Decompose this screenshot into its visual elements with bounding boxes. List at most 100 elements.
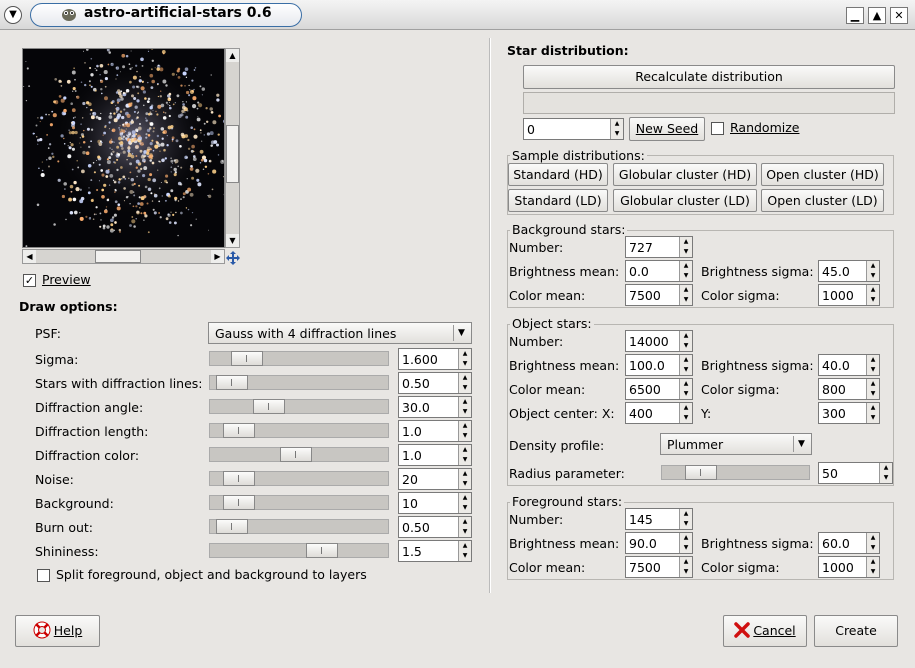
- object-center-x-spinbox[interactable]: 400 ▲ ▼: [625, 402, 693, 424]
- draw-option-spinbox[interactable]: 1.5 ▲ ▼: [398, 540, 472, 562]
- draw-option-slider[interactable]: [209, 543, 389, 558]
- radius-spinbox[interactable]: 50 ▲ ▼: [818, 462, 893, 484]
- draw-option-spinbox[interactable]: 0.50 ▲ ▼: [398, 516, 472, 538]
- draw-option-slider[interactable]: [209, 399, 389, 414]
- radius-slider-thumb[interactable]: [685, 465, 717, 480]
- draw-option-spinbox-buttons[interactable]: ▲ ▼: [458, 421, 471, 441]
- object-center-x-spinbox-buttons[interactable]: ▲ ▼: [679, 403, 692, 423]
- number-spinbox-buttons[interactable]: ▲ ▼: [679, 331, 692, 351]
- draw-option-spinbox-buttons[interactable]: ▲ ▼: [458, 445, 471, 465]
- object-center-y-spinbox-buttons[interactable]: ▲ ▼: [866, 403, 879, 423]
- color-mean-spinbox-buttons[interactable]: ▲ ▼: [679, 285, 692, 305]
- draw-option-slider[interactable]: [209, 423, 389, 438]
- seed-spin-buttons[interactable]: ▲ ▼: [610, 119, 623, 139]
- number-spinbox-buttons[interactable]: ▲ ▼: [679, 509, 692, 529]
- draw-option-slider[interactable]: [209, 519, 389, 534]
- draw-option-spinbox[interactable]: 1.0 ▲ ▼: [398, 444, 472, 466]
- color-mean-spinbox[interactable]: 6500 ▲ ▼: [625, 378, 693, 400]
- draw-option-slider-thumb[interactable]: [306, 543, 338, 558]
- scroll-up-icon[interactable]: ▲: [226, 49, 239, 62]
- recalculate-button[interactable]: Recalculate distribution: [523, 65, 895, 89]
- draw-option-slider-thumb[interactable]: [231, 351, 263, 366]
- draw-option-spinbox-buttons[interactable]: ▲ ▼: [458, 373, 471, 393]
- psf-dropdown[interactable]: Gauss with 4 diffraction lines ▼: [208, 322, 472, 344]
- brightness-sigma-spinbox[interactable]: 60.0 ▲ ▼: [818, 532, 880, 554]
- create-button[interactable]: Create: [814, 615, 898, 647]
- brightness-mean-spinbox[interactable]: 0.0 ▲ ▼: [625, 260, 693, 282]
- number-spinbox[interactable]: 14000 ▲ ▼: [625, 330, 693, 352]
- brightness-sigma-spinbox-buttons[interactable]: ▲ ▼: [866, 261, 879, 281]
- standard-ld-button[interactable]: Standard (LD): [508, 189, 608, 212]
- new-seed-button[interactable]: New Seed: [629, 117, 705, 141]
- help-button[interactable]: Help: [15, 615, 100, 647]
- vertical-scroll-thumb[interactable]: [226, 125, 239, 183]
- draw-option-spinbox[interactable]: 20 ▲ ▼: [398, 468, 472, 490]
- draw-option-slider[interactable]: [209, 351, 389, 366]
- globular-cluster-ld-button[interactable]: Globular cluster (LD): [613, 189, 757, 212]
- draw-option-slider[interactable]: [209, 375, 389, 390]
- brightness-mean-spinbox[interactable]: 100.0 ▲ ▼: [625, 354, 693, 376]
- draw-option-spinbox[interactable]: 30.0 ▲ ▼: [398, 396, 472, 418]
- color-sigma-spinbox-buttons[interactable]: ▲ ▼: [866, 379, 879, 399]
- standard-hd-button[interactable]: Standard (HD): [508, 163, 608, 186]
- brightness-mean-spinbox-buttons[interactable]: ▲ ▼: [679, 355, 692, 375]
- draw-option-spinbox[interactable]: 1.0 ▲ ▼: [398, 420, 472, 442]
- draw-option-spinbox[interactable]: 1.600 ▲ ▼: [398, 348, 472, 370]
- number-spinbox-buttons[interactable]: ▲ ▼: [679, 237, 692, 257]
- scroll-right-icon[interactable]: ▶: [211, 250, 224, 263]
- preview-checkbox[interactable]: ✓: [23, 274, 36, 287]
- draw-option-spinbox[interactable]: 0.50 ▲ ▼: [398, 372, 472, 394]
- open-cluster-hd-button[interactable]: Open cluster (HD): [761, 163, 884, 186]
- seed-spinbox[interactable]: 0 ▲ ▼: [523, 118, 624, 140]
- density-profile-dropdown[interactable]: Plummer ▼: [660, 433, 812, 455]
- color-mean-spinbox-buttons[interactable]: ▲ ▼: [679, 379, 692, 399]
- color-mean-spinbox-buttons[interactable]: ▲ ▼: [679, 557, 692, 577]
- draw-option-slider-thumb[interactable]: [216, 519, 248, 534]
- draw-option-spinbox[interactable]: 10 ▲ ▼: [398, 492, 472, 514]
- color-mean-spinbox[interactable]: 7500 ▲ ▼: [625, 284, 693, 306]
- brightness-mean-spinbox-buttons[interactable]: ▲ ▼: [679, 261, 692, 281]
- move-icon[interactable]: [226, 251, 240, 265]
- draw-option-spinbox-buttons[interactable]: ▲ ▼: [458, 541, 471, 561]
- brightness-mean-spinbox[interactable]: 90.0 ▲ ▼: [625, 532, 693, 554]
- brightness-mean-spinbox-buttons[interactable]: ▲ ▼: [679, 533, 692, 553]
- draw-option-slider[interactable]: [209, 471, 389, 486]
- draw-option-spinbox-buttons[interactable]: ▲ ▼: [458, 349, 471, 369]
- draw-option-slider-thumb[interactable]: [280, 447, 312, 462]
- close-icon[interactable]: ✕: [890, 7, 908, 24]
- color-sigma-spinbox-buttons[interactable]: ▲ ▼: [866, 557, 879, 577]
- draw-option-slider-thumb[interactable]: [223, 495, 255, 510]
- draw-option-spinbox-buttons[interactable]: ▲ ▼: [458, 397, 471, 417]
- draw-option-spinbox-buttons[interactable]: ▲ ▼: [458, 517, 471, 537]
- randomize-checkbox[interactable]: [711, 122, 724, 135]
- draw-option-slider[interactable]: [209, 495, 389, 510]
- preview-horizontal-scrollbar[interactable]: ◀ ▶: [22, 249, 225, 264]
- brightness-sigma-spinbox-buttons[interactable]: ▲ ▼: [866, 533, 879, 553]
- radius-spinbox-buttons[interactable]: ▲ ▼: [879, 463, 892, 483]
- radius-slider[interactable]: [661, 465, 810, 480]
- object-center-y-spinbox[interactable]: 300 ▲ ▼: [818, 402, 880, 424]
- color-sigma-spinbox[interactable]: 1000 ▲ ▼: [818, 284, 880, 306]
- number-spinbox[interactable]: 145 ▲ ▼: [625, 508, 693, 530]
- cancel-button[interactable]: Cancel: [723, 615, 807, 647]
- color-mean-spinbox[interactable]: 7500 ▲ ▼: [625, 556, 693, 578]
- preview-image[interactable]: [22, 48, 225, 248]
- horizontal-scroll-thumb[interactable]: [95, 250, 141, 263]
- open-cluster-ld-button[interactable]: Open cluster (LD): [761, 189, 884, 212]
- split-layers-checkbox[interactable]: [37, 569, 50, 582]
- color-sigma-spinbox[interactable]: 800 ▲ ▼: [818, 378, 880, 400]
- brightness-sigma-spinbox[interactable]: 45.0 ▲ ▼: [818, 260, 880, 282]
- scroll-down-icon[interactable]: ▼: [226, 234, 239, 247]
- draw-option-slider-thumb[interactable]: [223, 423, 255, 438]
- preview-vertical-scrollbar[interactable]: ▲ ▼: [225, 48, 240, 248]
- globular-cluster-hd-button[interactable]: Globular cluster (HD): [613, 163, 757, 186]
- draw-option-slider-thumb[interactable]: [223, 471, 255, 486]
- draw-option-spinbox-buttons[interactable]: ▲ ▼: [458, 493, 471, 513]
- scroll-left-icon[interactable]: ◀: [23, 250, 36, 263]
- number-spinbox[interactable]: 727 ▲ ▼: [625, 236, 693, 258]
- brightness-sigma-spinbox-buttons[interactable]: ▲ ▼: [866, 355, 879, 375]
- brightness-sigma-spinbox[interactable]: 40.0 ▲ ▼: [818, 354, 880, 376]
- draw-option-slider-thumb[interactable]: [253, 399, 285, 414]
- draw-option-slider[interactable]: [209, 447, 389, 462]
- draw-option-slider-thumb[interactable]: [216, 375, 248, 390]
